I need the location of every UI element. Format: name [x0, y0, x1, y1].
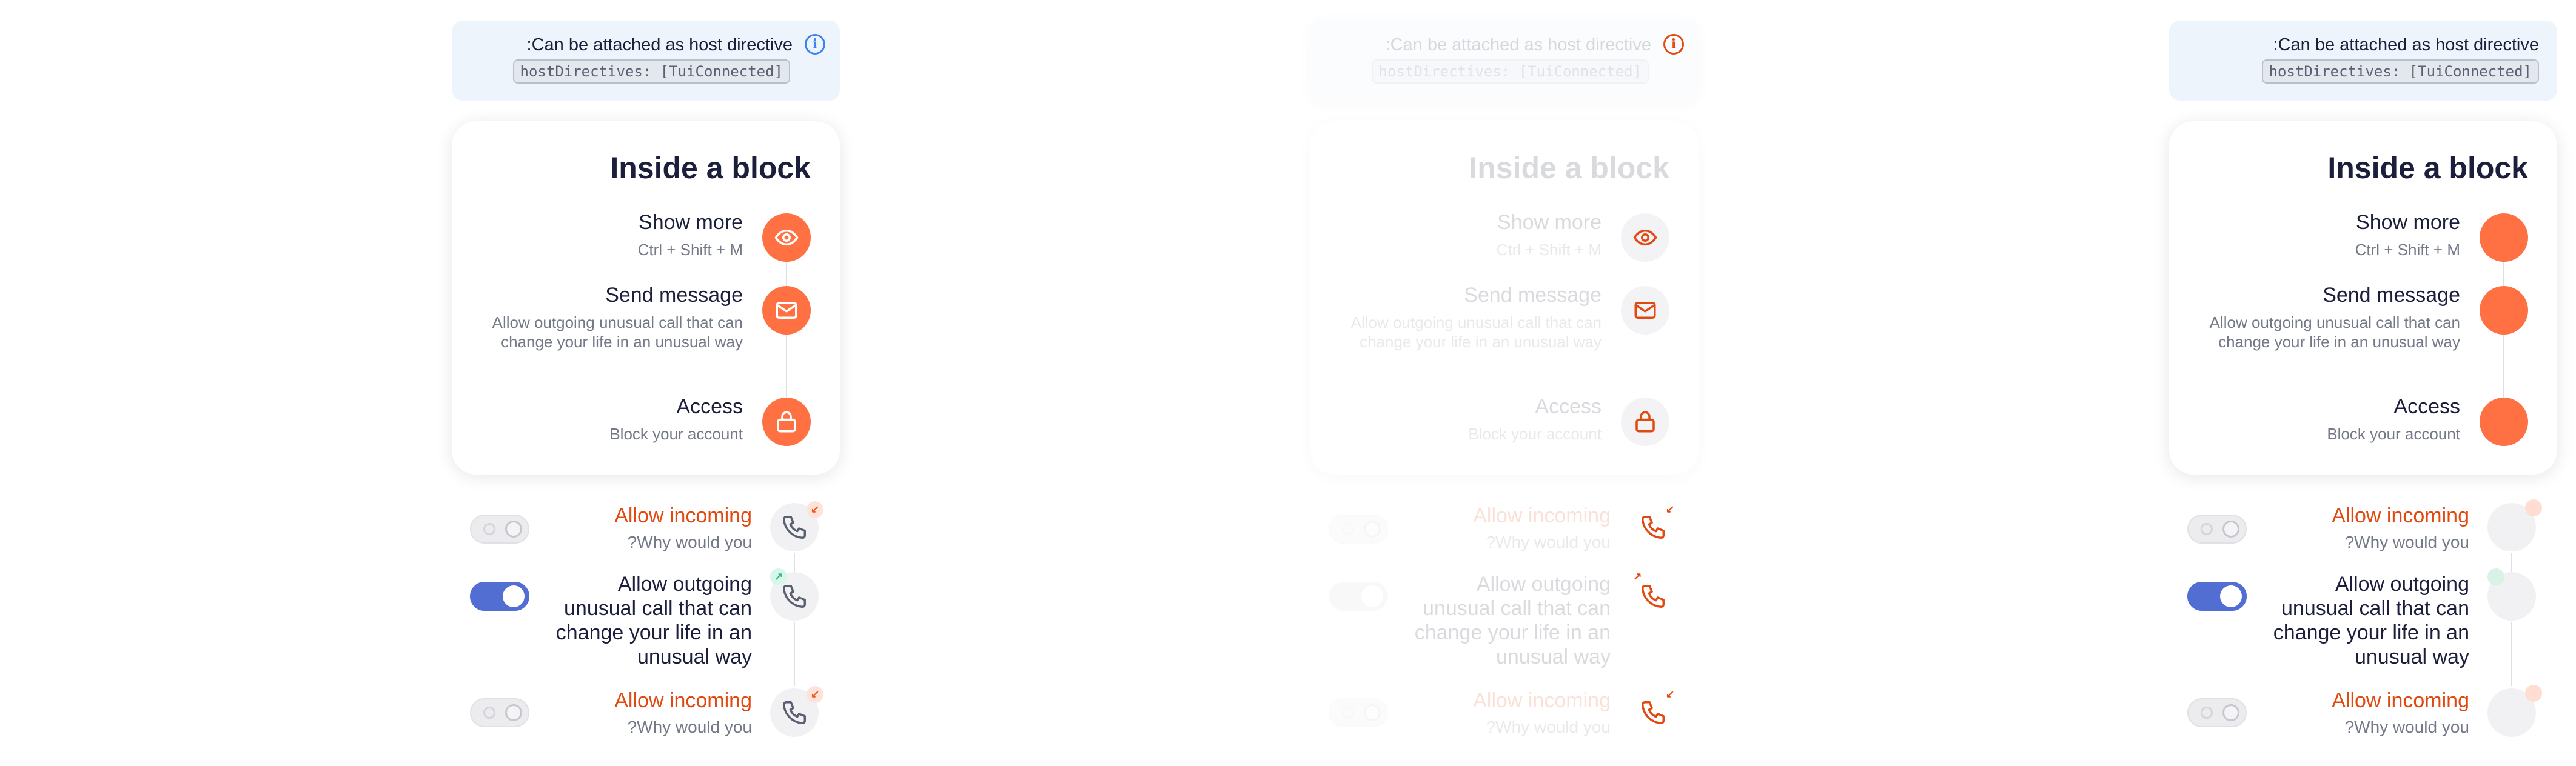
- item-title-show-more: Show more: [1497, 211, 1602, 234]
- item-desc-show-more: Ctrl + Shift + M: [1496, 241, 1602, 259]
- outgoing-arrow-icon: ↗: [1632, 570, 1642, 583]
- note-code: hostDirectives: [TuiConnected]: [2261, 59, 2539, 84]
- item-desc-access: Block your account: [609, 425, 743, 443]
- item-title-access: Access: [676, 395, 743, 418]
- call-title-incoming: Allow incoming: [614, 689, 752, 712]
- item-desc-send-message: Allow outgoing unusual call that can cha…: [2209, 313, 2460, 351]
- call-sub-incoming: ?Why would you: [627, 533, 752, 551]
- call-connector: [794, 622, 795, 686]
- item-connector: [2503, 262, 2504, 286]
- item-title-send-message: Send message: [2323, 284, 2460, 307]
- call-sub-incoming: ?Why would you: [2344, 533, 2469, 551]
- info-icon[interactable]: i: [1663, 34, 1684, 55]
- item-desc-show-more: Ctrl + Shift + M: [637, 241, 743, 259]
- item-desc-send-message: Allow outgoing unusual call that can cha…: [1350, 313, 1602, 351]
- note-text: :Can be attached as host directive: [2273, 35, 2539, 55]
- block-title: Inside a block: [610, 151, 811, 185]
- item-title-send-message: Send message: [605, 284, 743, 307]
- call-title-incoming: Allow incoming: [1473, 689, 1611, 712]
- item-connector: [786, 262, 787, 286]
- call-connector: [2511, 553, 2512, 572]
- host-directive-note: :Can be attached as host directive i hos…: [1310, 21, 1699, 101]
- item-connector: [786, 335, 787, 398]
- call-sub-incoming: ?Why would you: [627, 718, 752, 736]
- toggle-outgoing[interactable]: [1329, 582, 1388, 611]
- host-directive-note: :Can be attached as host directive i hos…: [452, 21, 840, 101]
- incoming-arrow-icon: ↙: [807, 686, 823, 703]
- block-card: Inside a block Show more Ctrl + Shift + …: [1310, 121, 1699, 475]
- toggle-incoming[interactable]: [2187, 698, 2247, 727]
- item-desc-access: Block your account: [2327, 425, 2460, 443]
- call-title-outgoing: Allow outgoing unusual call that can cha…: [555, 573, 752, 668]
- block-card: Inside a block Show more Ctrl + Shift + …: [2169, 121, 2557, 475]
- variant-faded: :Can be attached as host directive i hos…: [859, 0, 1717, 766]
- variant-default: :Can be attached as host directive i hos…: [0, 0, 859, 766]
- note-code: hostDirectives: [TuiConnected]: [512, 59, 790, 84]
- mail-icon[interactable]: [1621, 286, 1669, 335]
- toggle-outgoing[interactable]: [470, 582, 529, 611]
- note-text: :Can be attached as host directive: [526, 35, 793, 55]
- note-code: hostDirectives: [TuiConnected]: [1371, 59, 1649, 84]
- item-title-access: Access: [1535, 395, 1602, 418]
- item-desc-access: Block your account: [1468, 425, 1602, 443]
- incoming-arrow-icon: ↙: [807, 501, 823, 518]
- item-connector: [2503, 335, 2504, 398]
- toggle-incoming[interactable]: [1329, 698, 1388, 727]
- toggle-outgoing[interactable]: [2187, 582, 2247, 611]
- toggle-incoming[interactable]: [470, 698, 529, 727]
- call-title-incoming: Allow incoming: [614, 504, 752, 527]
- call-connector: [2511, 622, 2512, 686]
- block-title: Inside a block: [1469, 151, 1669, 185]
- variant-no-icons: :Can be attached as host directive hostD…: [1717, 0, 2576, 766]
- call-sub-incoming: ?Why would you: [1486, 718, 1611, 736]
- call-connector: [794, 553, 795, 572]
- call-sub-incoming: ?Why would you: [2344, 718, 2469, 736]
- toggle-incoming[interactable]: [1329, 515, 1388, 544]
- eye-icon[interactable]: [1621, 213, 1669, 262]
- incoming-arrow-icon: ↙: [1665, 503, 1675, 516]
- info-icon[interactable]: i: [805, 34, 825, 55]
- item-title-show-more: Show more: [639, 211, 743, 234]
- incoming-dot: [2525, 499, 2542, 516]
- incoming-arrow-icon: ↙: [1665, 688, 1675, 701]
- item-marker[interactable]: [2480, 213, 2528, 262]
- item-desc-show-more: Ctrl + Shift + M: [2355, 241, 2460, 259]
- eye-icon[interactable]: [762, 213, 811, 262]
- call-title-incoming: Allow incoming: [1473, 504, 1611, 527]
- item-marker[interactable]: [2480, 286, 2528, 335]
- outgoing-dot: [2487, 568, 2504, 585]
- item-title-send-message: Send message: [1464, 284, 1602, 307]
- item-title-access: Access: [2393, 395, 2460, 418]
- call-title-incoming: Allow incoming: [2332, 689, 2469, 712]
- item-title-show-more: Show more: [2356, 211, 2460, 234]
- lock-icon[interactable]: [762, 398, 811, 446]
- call-sub-incoming: ?Why would you: [1486, 533, 1611, 551]
- mail-icon[interactable]: [762, 286, 811, 335]
- outgoing-arrow-icon: ↗: [770, 568, 787, 585]
- block-title: Inside a block: [2327, 151, 2528, 185]
- toggle-incoming[interactable]: [470, 515, 529, 544]
- note-text: :Can be attached as host directive: [1385, 35, 1651, 55]
- toggle-incoming[interactable]: [2187, 515, 2247, 544]
- lock-icon[interactable]: [1621, 398, 1669, 446]
- host-directive-note: :Can be attached as host directive hostD…: [2169, 21, 2557, 101]
- block-card: Inside a block Show more Ctrl + Shift + …: [452, 121, 840, 475]
- item-desc-send-message: Allow outgoing unusual call that can cha…: [492, 313, 743, 351]
- call-title-incoming: Allow incoming: [2332, 504, 2469, 527]
- item-marker[interactable]: [2480, 398, 2528, 446]
- incoming-dot: [2525, 685, 2542, 702]
- call-title-outgoing: Allow outgoing unusual call that can cha…: [2273, 573, 2469, 668]
- call-title-outgoing: Allow outgoing unusual call that can cha…: [1414, 573, 1611, 668]
